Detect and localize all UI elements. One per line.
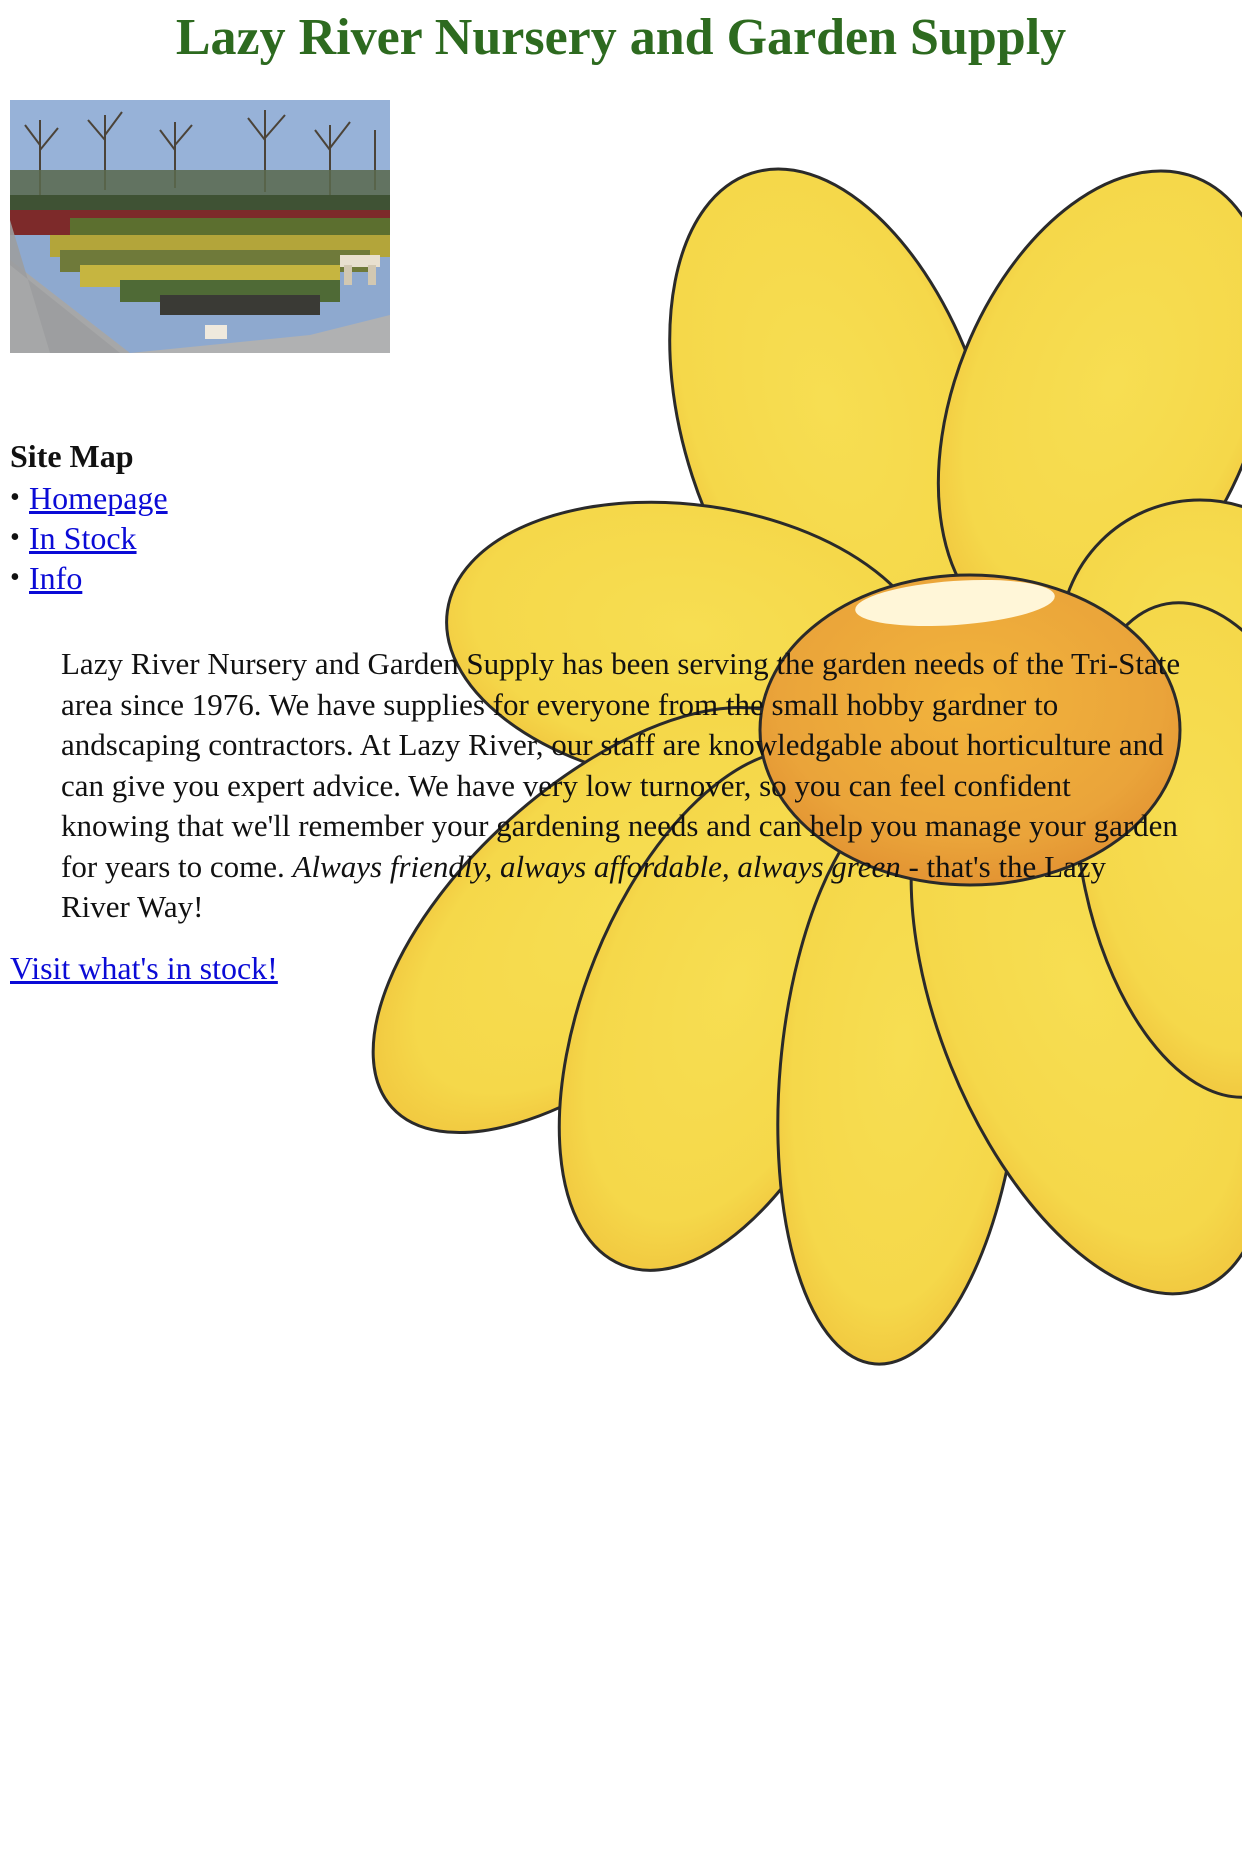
bullet-icon: • xyxy=(10,482,20,513)
bullet-icon: • xyxy=(10,562,20,593)
about-paragraph: Lazy River Nursery and Garden Supply has… xyxy=(61,644,1181,928)
site-map-item-info: • Info xyxy=(10,558,168,598)
page-title: Lazy River Nursery and Garden Supply xyxy=(175,9,1067,66)
site-map-item-in-stock: • In Stock xyxy=(10,518,168,558)
visit-stock-link[interactable]: Visit what's in stock! xyxy=(10,950,278,986)
site-map-heading: Site Map xyxy=(10,438,134,474)
visit-stock-container: Visit what's in stock! xyxy=(10,948,278,988)
bullet-icon: • xyxy=(10,522,20,553)
nursery-photo xyxy=(10,100,390,353)
homepage-link[interactable]: Homepage xyxy=(29,480,168,516)
in-stock-link[interactable]: In Stock xyxy=(29,520,137,556)
info-link[interactable]: Info xyxy=(29,560,82,596)
site-map-item-homepage: • Homepage xyxy=(10,478,168,518)
site-map-list: • Homepage • In Stock • Info xyxy=(10,478,168,598)
tagline-text: Always friendly, always affordable, alwa… xyxy=(292,848,901,884)
